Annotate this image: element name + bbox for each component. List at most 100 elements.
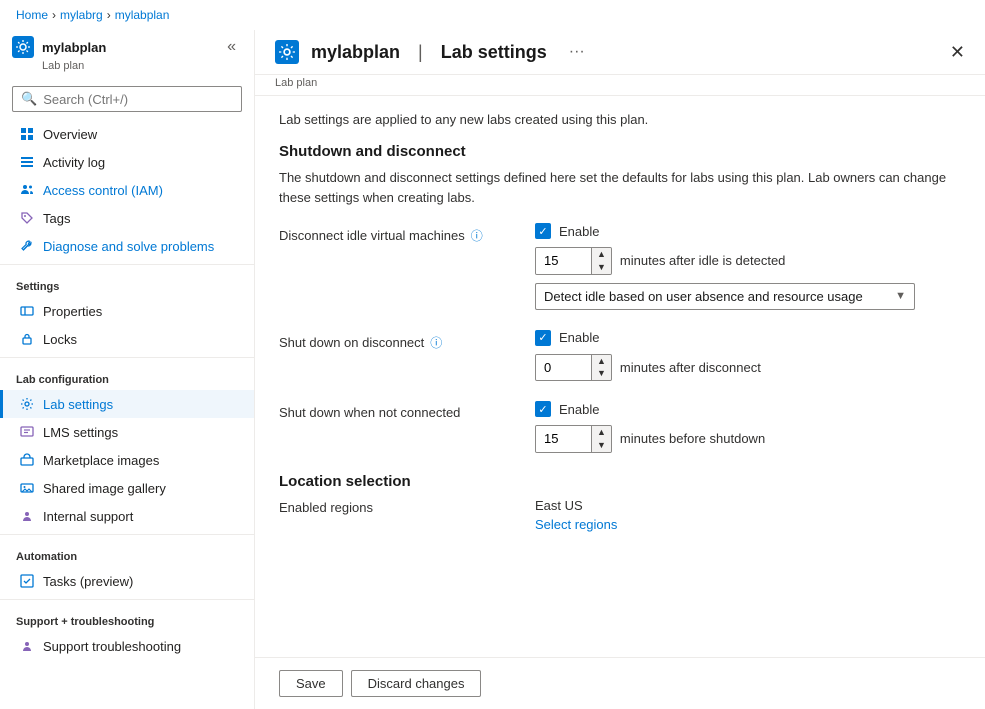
content-scroll: Lab settings are applied to any new labs… [255,96,985,657]
header-close-button[interactable]: ✕ [950,42,965,63]
search-icon: 🔍 [21,91,37,107]
sidebar-resource-title: mylabplan [42,40,106,55]
content-header: mylabplan | Lab settings ··· ✕ [255,30,985,75]
search-box: 🔍 [12,86,242,112]
sidebar-item-internal-support-label: Internal support [43,509,133,524]
sidebar-item-diagnose[interactable]: Diagnose and solve problems [0,232,254,260]
sidebar-item-tasks[interactable]: Tasks (preview) [0,567,254,595]
tag-icon [19,210,35,226]
sidebar-item-lab-settings[interactable]: Lab settings [0,390,254,418]
main-area: mylabplan « Lab plan 🔍 Overview [0,30,985,709]
shutdown-disconnect-unit: minutes after disconnect [620,360,761,375]
header-sub: Lab plan [255,75,985,96]
shutdown-disconnect-down-btn[interactable]: ▼ [592,367,611,380]
disconnect-idle-enable-row: ✓ Enable [535,223,915,239]
header-resource-name: mylabplan [311,42,400,63]
sidebar-item-access-control[interactable]: Access control (IAM) [0,176,254,204]
sidebar-item-internal-support[interactable]: Internal support [0,502,254,530]
detect-method-value: Detect idle based on user absence and re… [544,289,863,304]
content-footer: Save Discard changes [255,657,985,709]
sidebar-scroll: Overview Activity log Access control (IA… [0,120,254,693]
settings-section-label: Settings [0,269,254,297]
wrench-icon [19,238,35,254]
sidebar-item-properties[interactable]: Properties [0,297,254,325]
sidebar-item-shared-image-gallery[interactable]: Shared image gallery [0,474,254,502]
shutdown-not-connected-controls: ✓ Enable ▲ ▼ [535,401,765,453]
sidebar-item-overview[interactable]: Overview [0,120,254,148]
disconnect-idle-enable-label: Enable [559,224,599,239]
breadcrumb-mylabrg[interactable]: mylabrg [60,8,103,22]
discard-button[interactable]: Discard changes [351,670,482,697]
sidebar-item-support-ts-label: Support troubleshooting [43,639,181,654]
header-more-button[interactable]: ··· [569,43,585,61]
select-regions-link[interactable]: Select regions [535,517,617,532]
disconnect-idle-up-btn[interactable]: ▲ [592,248,611,261]
shutdown-disconnect-check-mark: ✓ [538,331,547,344]
shutdown-not-connected-down-btn[interactable]: ▼ [592,439,611,452]
sidebar-item-lms-settings[interactable]: LMS settings [0,418,254,446]
sidebar-item-iam-label: Access control (IAM) [43,183,163,198]
shutdown-not-connected-checkbox[interactable]: ✓ [535,401,551,417]
enabled-regions-value: East US [535,498,617,513]
page-description: Lab settings are applied to any new labs… [279,112,961,127]
sidebar-item-support-troubleshooting[interactable]: Support troubleshooting [0,632,254,660]
disconnect-idle-label: Disconnect idle virtual machines ⓘ [279,223,519,244]
breadcrumb: Home › mylabrg › mylabplan [0,0,985,30]
shutdown-not-connected-enable-row: ✓ Enable [535,401,765,417]
shutdown-not-connected-spinner-btns: ▲ ▼ [591,426,611,452]
support-section-label: Support + troubleshooting [0,604,254,632]
disconnect-idle-input[interactable] [536,248,591,274]
sidebar-item-tags[interactable]: Tags [0,204,254,232]
header-page-title: Lab settings [441,42,547,63]
sidebar-item-marketplace-label: Marketplace images [43,453,159,468]
breadcrumb-mylabplan[interactable]: mylabplan [115,8,170,22]
divider-1 [0,264,254,265]
sidebar-item-tags-label: Tags [43,211,70,226]
gear-icon [19,396,35,412]
detect-method-dropdown[interactable]: Detect idle based on user absence and re… [535,283,915,310]
sidebar-item-activity-label: Activity log [43,155,105,170]
shutdown-disconnect-spinner: ▲ ▼ [535,354,612,382]
shutdown-disconnect-checkbox[interactable]: ✓ [535,330,551,346]
automation-section-label: Automation [0,539,254,567]
sidebar-item-lms-label: LMS settings [43,425,118,440]
search-input[interactable] [43,92,233,107]
breadcrumb-home[interactable]: Home [16,8,48,22]
sidebar-collapse-button[interactable]: « [221,36,242,58]
gallery-icon [19,480,35,496]
shutdown-not-connected-label: Shut down when not connected [279,401,519,420]
app-container: Home › mylabrg › mylabplan mylabplan « L… [0,0,985,709]
sidebar-item-activity-log[interactable]: Activity log [0,148,254,176]
shutdown-not-connected-check-mark: ✓ [538,403,547,416]
disconnect-idle-check-mark: ✓ [538,225,547,238]
divider-2 [0,357,254,358]
disconnect-idle-down-btn[interactable]: ▼ [592,261,611,274]
shutdown-section-title: Shutdown and disconnect [279,143,961,160]
breadcrumb-sep2: › [107,8,111,22]
sidebar-item-lab-settings-label: Lab settings [43,397,113,412]
shutdown-disconnect-enable-label: Enable [559,330,599,345]
sidebar-item-marketplace-images[interactable]: Marketplace images [0,446,254,474]
sidebar-item-locks[interactable]: Locks [0,325,254,353]
disconnect-idle-row: Disconnect idle virtual machines ⓘ ✓ Ena… [279,223,961,310]
shutdown-disconnect-row: Shut down on disconnect ⓘ ✓ Enable [279,330,961,382]
shutdown-not-connected-input[interactable] [536,426,591,452]
shutdown-disconnect-number-row: ▲ ▼ minutes after disconnect [535,354,761,382]
divider-3 [0,534,254,535]
shutdown-disconnect-info-icon[interactable]: ⓘ [430,334,442,351]
save-button[interactable]: Save [279,670,343,697]
shutdown-not-connected-up-btn[interactable]: ▲ [592,426,611,439]
sidebar-item-diagnose-label: Diagnose and solve problems [43,239,214,254]
location-section-title: Location selection [279,473,961,490]
shutdown-disconnect-enable-row: ✓ Enable [535,330,761,346]
sidebar-item-gallery-label: Shared image gallery [43,481,166,496]
sidebar-header-row: mylabplan « [0,30,254,60]
sidebar-resource-type: Lab plan [0,60,254,78]
shutdown-disconnect-label: Shut down on disconnect ⓘ [279,330,519,351]
disconnect-idle-checkbox[interactable]: ✓ [535,223,551,239]
shutdown-disconnect-up-btn[interactable]: ▲ [592,355,611,368]
disconnect-idle-info-icon[interactable]: ⓘ [471,227,483,244]
shutdown-disconnect-input[interactable] [536,355,591,381]
sidebar-item-locks-label: Locks [43,332,77,347]
sidebar-item-properties-label: Properties [43,304,102,319]
